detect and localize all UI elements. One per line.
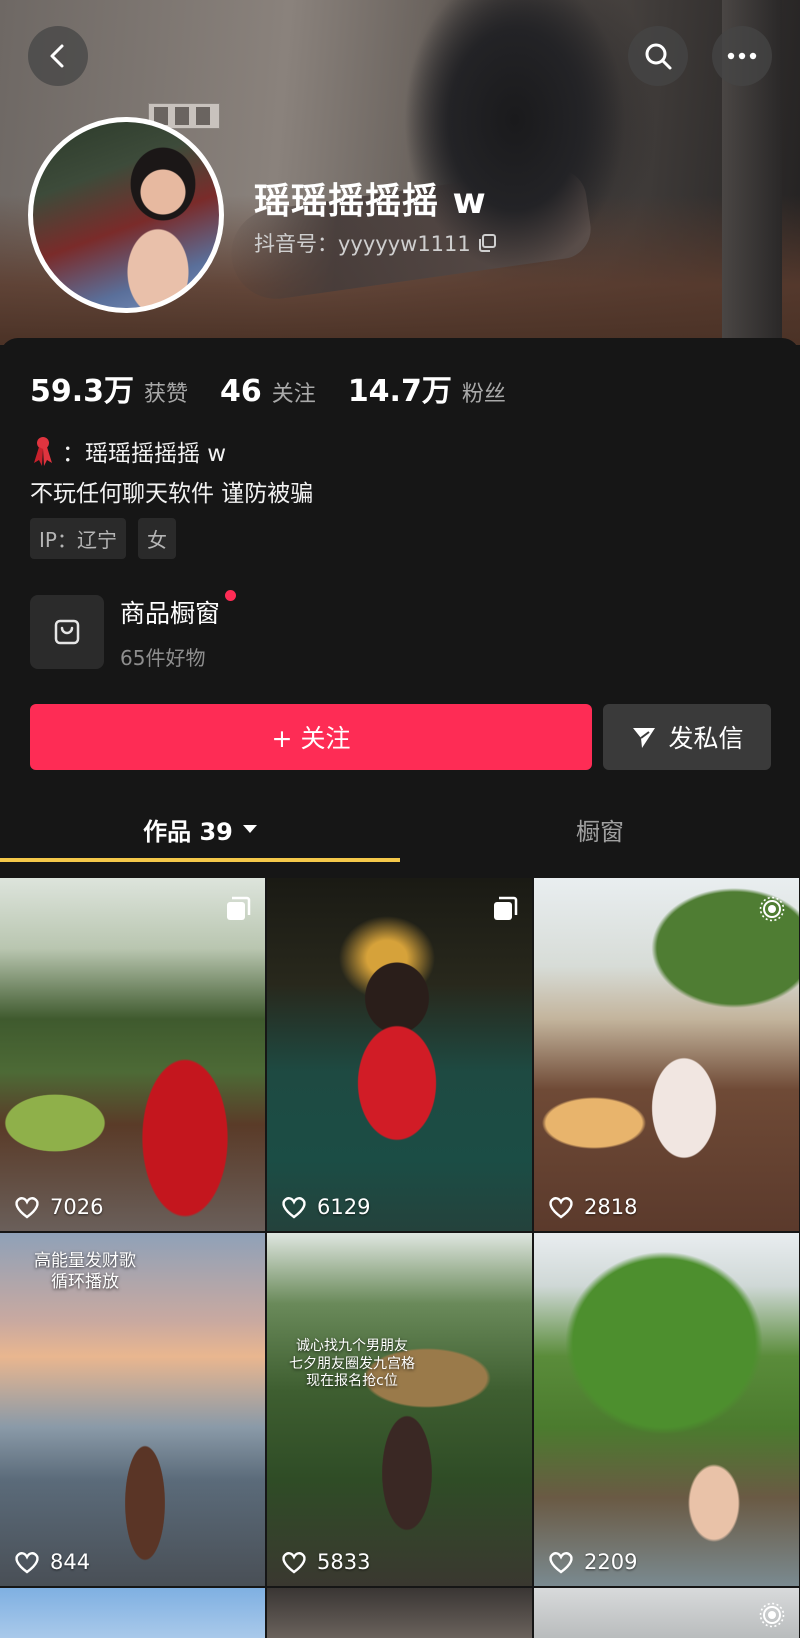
- stat-label: 获赞: [144, 382, 189, 407]
- bio-text-1: ：瑶瑶摇摇摇 w: [62, 441, 227, 467]
- like-count: 7026: [14, 1195, 103, 1219]
- like-count: 2818: [548, 1195, 637, 1219]
- video-tile[interactable]: 诚心找九个男朋友 七夕朋友圈发九宫格 现在报名抢c位 5833: [267, 1233, 532, 1586]
- shop-window-entry[interactable]: 商品橱窗 65件好物: [30, 589, 450, 672]
- video-caption: 高能量发财歌 循环播放: [20, 1251, 150, 1294]
- more-dots-icon: [727, 52, 757, 60]
- video-caption: 诚心找九个男朋友 七夕朋友圈发九宫格 现在报名抢c位: [277, 1338, 427, 1391]
- bio-line-1: ：瑶瑶摇摇摇 w: [30, 434, 226, 468]
- content-tabs: 作品 39 橱窗: [0, 794, 800, 864]
- profile-stats: 59.3万 获赞 46 关注 14.7万 粉丝: [30, 366, 538, 410]
- follow-button[interactable]: + 关注: [30, 704, 592, 770]
- caret-down-icon: [242, 825, 257, 833]
- heart-icon: [15, 1197, 39, 1219]
- stat-followers[interactable]: 14.7万 粉丝: [348, 366, 506, 410]
- caption-line: 诚心找九个男朋友: [296, 1338, 408, 1354]
- tab-showcase[interactable]: 橱窗: [400, 794, 800, 864]
- ribbon-icon: [34, 437, 52, 466]
- douyin-id[interactable]: 抖音号：yyyyyw1111: [254, 228, 497, 258]
- video-tile[interactable]: [0, 1588, 265, 1638]
- notification-dot: [225, 589, 237, 601]
- stat-likes: 59.3万 获赞: [30, 366, 188, 410]
- video-tile[interactable]: 2209: [534, 1233, 799, 1586]
- stat-number: 46: [220, 374, 262, 409]
- gender-tag: 女: [137, 518, 176, 559]
- live-photo-icon: [759, 1602, 785, 1628]
- like-count-value: 844: [50, 1550, 91, 1574]
- stat-following[interactable]: 46 关注: [220, 374, 316, 409]
- search-icon: [645, 43, 672, 70]
- more-button[interactable]: [712, 26, 772, 86]
- tab-showcase-label: 橱窗: [576, 817, 624, 846]
- tab-underline: [0, 858, 400, 862]
- caption-line: 循环播放: [51, 1272, 119, 1293]
- shopping-bag-icon: [30, 595, 104, 669]
- heart-icon: [549, 1197, 573, 1219]
- stat-label: 粉丝: [461, 382, 506, 407]
- heart-icon: [15, 1552, 39, 1574]
- multi-image-icon: [227, 896, 251, 920]
- stat-number: 59.3万: [30, 374, 135, 409]
- video-tile[interactable]: 高能量发财歌 循环播放 844: [0, 1233, 265, 1586]
- multi-image-icon: [494, 896, 518, 920]
- shop-title-text: 商品橱窗: [120, 598, 221, 628]
- video-tile[interactable]: 2818: [534, 878, 799, 1231]
- stat-label: 关注: [271, 382, 316, 407]
- tab-works-label: 作品 39: [143, 817, 233, 846]
- send-icon: [633, 728, 656, 748]
- like-count-value: 2818: [584, 1195, 638, 1219]
- video-tile[interactable]: 6129: [267, 878, 532, 1231]
- heart-icon: [282, 1197, 306, 1219]
- caption-line: 高能量发财歌: [34, 1251, 136, 1271]
- ip-tag: IP：辽宁: [30, 518, 126, 559]
- douyin-id-text: 抖音号：yyyyyw1111: [254, 232, 471, 256]
- like-count-value: 2209: [584, 1550, 638, 1574]
- bio-text-2: 不玩任何聊天软件 谨防被骗: [30, 481, 314, 507]
- profile-tags: IP：辽宁 女: [30, 518, 176, 559]
- tab-works[interactable]: 作品 39: [0, 794, 400, 864]
- like-count-value: 6129: [317, 1195, 371, 1219]
- message-label: 发私信: [668, 724, 744, 753]
- back-button[interactable]: [28, 26, 88, 86]
- search-button[interactable]: [628, 26, 688, 86]
- like-count: 6129: [281, 1195, 370, 1219]
- caption-line: 现在报名抢c位: [306, 1373, 398, 1389]
- caption-line: 七夕朋友圈发九宫格: [289, 1355, 415, 1372]
- like-count: 5833: [281, 1550, 370, 1574]
- avatar[interactable]: [28, 117, 224, 313]
- back-arrow-icon: [50, 44, 64, 68]
- copy-icon[interactable]: [477, 233, 497, 253]
- message-button[interactable]: 发私信: [603, 704, 771, 770]
- live-photo-icon: [759, 896, 785, 922]
- heart-icon: [282, 1552, 306, 1574]
- video-tile[interactable]: [267, 1588, 532, 1638]
- stat-number: 14.7万: [347, 374, 452, 409]
- shop-subtitle: 65件好物: [120, 645, 206, 670]
- like-count-value: 7026: [50, 1195, 104, 1219]
- shop-title: 商品橱窗: [120, 589, 237, 630]
- like-count: 844: [14, 1550, 90, 1574]
- like-count-value: 5833: [317, 1550, 371, 1574]
- like-count: 2209: [548, 1550, 637, 1574]
- video-tile[interactable]: [534, 1588, 799, 1638]
- heart-icon: [549, 1552, 573, 1574]
- video-tile[interactable]: 7026: [0, 878, 265, 1231]
- profile-name: 瑶瑶摇摇摇 w: [254, 181, 487, 222]
